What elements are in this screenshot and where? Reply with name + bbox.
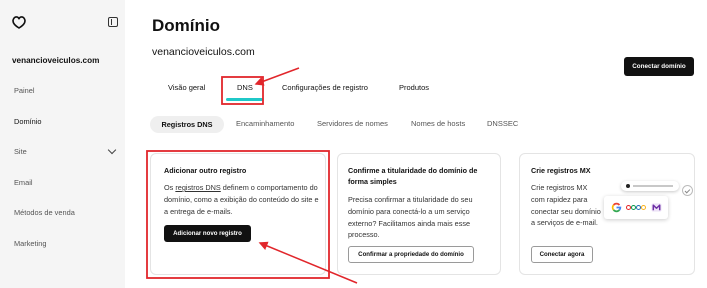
zoho-icon <box>626 205 648 210</box>
tab-configuracoes-de-registro[interactable]: Configurações de registro <box>282 83 368 93</box>
domain-name: venancioveiculos.com <box>152 46 255 58</box>
sidebar-item-marketing[interactable]: Marketing <box>0 234 125 254</box>
sidebar-item-dominio[interactable]: Domínio <box>0 112 125 132</box>
connect-domain-button[interactable]: Conectar domínio <box>624 57 694 76</box>
card-title: Adicionar outro registro <box>164 166 247 175</box>
brand-logo-shape <box>12 16 26 29</box>
subtab-registros-dns[interactable]: Registros DNS <box>150 116 224 133</box>
chevron-down-icon <box>107 145 117 155</box>
illustration-dot <box>626 184 630 188</box>
sidebar-collapse-icon[interactable] <box>108 17 118 27</box>
connect-now-button[interactable]: Conectar agora <box>531 246 593 263</box>
dns-page: venancioveiculos.com Painel Domínio Site… <box>0 0 707 288</box>
sidebar-item-label: Marketing <box>14 239 47 248</box>
sidebar-item-label: Domínio <box>14 117 42 126</box>
subtab-dnssec[interactable]: DNSSEC <box>487 119 518 129</box>
card-mx-records: Crie registros MX Crie registros MX com … <box>519 153 695 275</box>
sidebar-item-label: Email <box>14 178 33 187</box>
sidebar-item-label: Painel <box>14 86 35 95</box>
check-mark <box>684 187 691 193</box>
illustration-input-bar <box>621 181 679 191</box>
card-description: Crie registros MX com rapidez para conec… <box>531 183 601 228</box>
active-tab-indicator <box>226 98 263 101</box>
description-text: Os <box>164 183 176 192</box>
account-name: venancioveiculos.com <box>12 56 100 65</box>
card-title: Confirme a titularidade do domínio de fo… <box>348 166 478 186</box>
google-icon-red <box>612 202 621 206</box>
sidebar-item-painel[interactable]: Painel <box>0 81 125 101</box>
card-add-record: Adicionar outro registro Os registros DN… <box>150 153 326 275</box>
card-description: Precisa confirmar a titularidade do seu … <box>348 195 473 240</box>
card-verify-ownership: Confirme a titularidade do domínio de fo… <box>337 153 501 275</box>
sidebar-item-label: Site <box>14 147 27 156</box>
google-icon-yellow <box>611 204 615 211</box>
subtab-nomes-de-hosts[interactable]: Nomes de hosts <box>411 119 465 129</box>
sidebar-item-site[interactable]: Site <box>0 142 125 162</box>
zoho-ring-yellow <box>641 205 646 210</box>
google-icon-green <box>612 209 621 213</box>
dns-records-link[interactable]: registros DNS <box>175 183 220 192</box>
card-title: Crie registros MX <box>531 166 591 175</box>
brand-logo-icon[interactable] <box>11 14 27 30</box>
purple-mail-icon <box>651 203 662 212</box>
sidebar-item-metodos-de-venda[interactable]: Métodos de venda <box>0 203 125 223</box>
annotation-arrow-dns-tab <box>254 67 300 86</box>
check-circle-icon <box>682 185 693 196</box>
sidebar: venancioveiculos.com Painel Domínio Site… <box>0 0 125 288</box>
sidebar-item-label: Métodos de venda <box>14 208 75 217</box>
google-icon <box>611 202 622 213</box>
email-providers-illustration <box>604 196 668 219</box>
confirm-ownership-button[interactable]: Confirmar a propriedade do domínio <box>348 246 474 263</box>
subtab-encaminhamento[interactable]: Encaminhamento <box>236 119 294 129</box>
subtab-servidores-de-nomes[interactable]: Servidores de nomes <box>317 119 388 129</box>
tab-dns[interactable]: DNS <box>237 83 253 93</box>
sidebar-item-email[interactable]: Email <box>0 173 125 193</box>
add-new-record-button[interactable]: Adicionar novo registro <box>164 225 251 242</box>
tab-produtos[interactable]: Produtos <box>399 83 429 93</box>
page-title: Domínio <box>152 16 220 35</box>
card-description: Os registros DNS definem o comportamento… <box>164 182 322 217</box>
google-icon-blue <box>616 206 622 211</box>
tab-visao-geral[interactable]: Visão geral <box>168 83 205 93</box>
collapse-icon-bar <box>111 19 113 25</box>
illustration-line <box>633 185 673 187</box>
